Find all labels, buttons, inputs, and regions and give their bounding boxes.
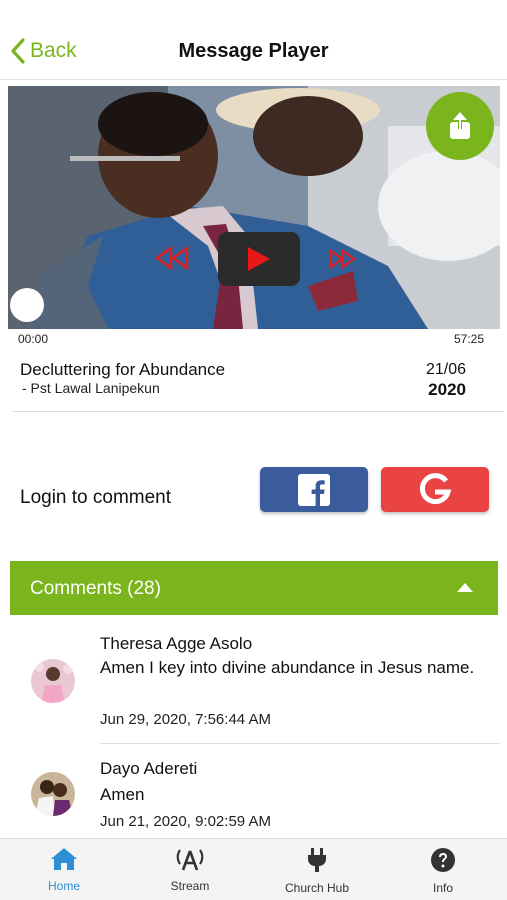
tab-home[interactable]: Home	[14, 847, 114, 893]
elapsed-time: 00:00	[18, 332, 49, 346]
facebook-login-button[interactable]	[260, 467, 368, 512]
fast-forward-icon	[329, 248, 356, 270]
app-header: Back Message Player	[0, 0, 507, 80]
divider	[100, 743, 500, 744]
share-button[interactable]	[426, 92, 494, 160]
avatar	[31, 772, 75, 816]
bottom-tab-bar: Home Stream Church Hub Info	[0, 838, 507, 900]
video-player[interactable]	[8, 86, 500, 329]
share-icon	[450, 112, 470, 139]
tab-label: Stream	[170, 879, 210, 893]
message-title: Decluttering for Abundance	[20, 360, 226, 379]
help-icon	[431, 848, 455, 872]
tab-church-hub[interactable]: Church Hub	[267, 847, 367, 895]
scrubber-handle[interactable]	[10, 288, 44, 322]
facebook-icon	[298, 473, 330, 506]
comment-author: Theresa Agge Asolo	[100, 634, 253, 653]
comments-count-label: Comments (28)	[30, 578, 161, 599]
google-login-button[interactable]	[381, 467, 489, 512]
comment-text: Amen I key into divine abundance in Jesu…	[100, 658, 475, 677]
comment-author: Dayo Adereti	[100, 759, 198, 778]
tab-label: Church Hub	[284, 881, 350, 895]
comment-date: Jun 21, 2020, 9:02:59 AM	[100, 813, 271, 830]
fast-forward-button[interactable]	[328, 248, 358, 274]
collapse-arrow-icon[interactable]	[456, 582, 474, 593]
play-button[interactable]	[218, 232, 300, 286]
playback-times: 00:00 57:25	[18, 332, 484, 346]
message-author: - Pst Lawal Lanipekun	[22, 380, 160, 396]
duration-time: 57:25	[453, 332, 484, 346]
antenna-icon	[176, 849, 204, 871]
login-prompt: Login to comment	[20, 487, 172, 508]
avatar	[31, 659, 75, 703]
page-title: Message Player	[178, 40, 329, 62]
tab-stream[interactable]: Stream	[140, 847, 240, 893]
home-icon	[51, 848, 77, 870]
tab-label: Home	[47, 879, 80, 893]
comment-text: Amen	[100, 785, 145, 804]
comment-date: Jun 29, 2020, 7:56:44 AM	[100, 711, 271, 728]
tab-info[interactable]: Info	[393, 847, 493, 895]
rewind-icon	[154, 245, 189, 271]
message-day-month: 21/06	[425, 361, 466, 378]
plug-icon	[308, 848, 326, 872]
play-icon	[248, 247, 270, 271]
rewind-button[interactable]	[153, 245, 193, 275]
google-icon	[419, 472, 452, 504]
divider	[12, 411, 504, 412]
comments-header[interactable]: Comments (28)	[10, 561, 498, 615]
tab-label: Info	[432, 881, 453, 895]
message-year: 2020	[428, 380, 466, 399]
